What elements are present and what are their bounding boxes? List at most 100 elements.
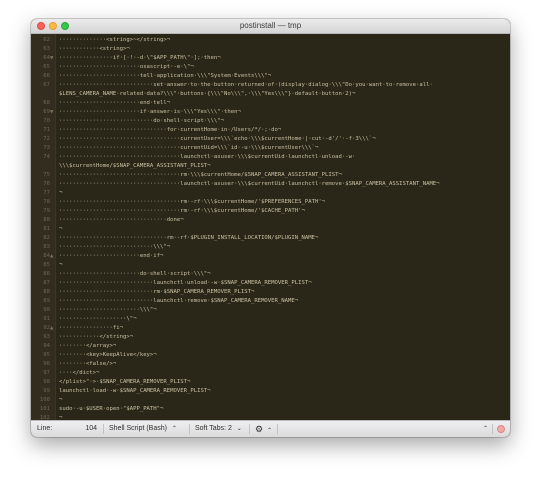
code-line[interactable]: 95 ········<key>KeepAlive</key>¬ [31,351,510,360]
code-line[interactable]: 88 ····························rm·$SNAP_C… [31,288,510,297]
code-line[interactable]: 73 ····································cu… [31,144,510,153]
code-line[interactable]: 62 ··············<string>~</string>¬ [31,36,510,45]
code-text: ········<false/>¬ [59,361,117,367]
line-number: 94 [43,343,50,349]
divider [103,424,104,434]
code-line[interactable]: 91 ····················\"¬ [31,315,510,324]
line-number: 91 [43,316,50,322]
code-line[interactable]: 86 ························do·shell·scrip… [31,270,510,279]
line-number: 64 [43,55,50,61]
line-number: 74 [43,154,50,160]
code-text: ····································curr… [59,136,376,142]
macro-record-icon[interactable] [497,425,505,433]
code-line[interactable]: 84 ▲ ························end·if¬ [31,252,510,261]
code-text: launchctl·load·-w·$SNAP_CAMERA_REMOVER_P… [59,388,211,394]
code-line[interactable]: 101 sudo·-u·$USER·open·"$APP_PATH"¬ [31,405,510,414]
line-number: 65 [43,64,50,70]
code-text: ························osascript·-e·\"¬ [59,64,194,70]
line-label: Line: [37,425,53,432]
code-line[interactable]: 82 ································rm·-rf… [31,234,510,243]
syntax-label: Shell Script (Bash) [109,425,167,432]
code-line[interactable]: 93 ············</string>¬ [31,333,510,342]
code-line[interactable]: 83 ····························\\\"¬ [31,243,510,252]
settings-menu[interactable]: ⚙ ⌃ [255,421,272,437]
code-line[interactable]: 69 ▼ ························if·answer·is·… [31,108,510,117]
code-line[interactable]: 65 ························osascript·-e·\… [31,63,510,72]
code-line[interactable]: 68 ························end·tell¬ [31,99,510,108]
code-text: ····························do·shell·scr… [59,118,225,124]
title-bar[interactable]: postinstall — tmp [31,19,510,34]
code-line[interactable]: 70 ····························do·shell·s… [31,117,510,126]
syntax-selector[interactable]: Shell Script (Bash) ⌃ [109,421,177,437]
fold-toggle-icon[interactable]: ▲ [50,252,53,261]
code-editor[interactable]: 62 ··············<string>~</string>¬ 63 ···… [31,34,510,421]
fold-toggle-icon[interactable]: ▲ [50,324,53,333]
code-text: sudo·-u·$USER·open·"$APP_PATH"¬ [59,406,164,412]
code-line[interactable]: 87 ····························launchctl·… [31,279,510,288]
code-line[interactable]: 78 ····································rm… [31,198,510,207]
code-line[interactable]: 79 ····································rm… [31,207,510,216]
line-number: 100 [39,397,50,403]
code-text: ················fi¬ [59,325,123,331]
line-number: 90 [43,307,50,313]
line-number: 92 [43,325,50,331]
code-text: </plist>"·>·$SNAP_CAMERA_REMOVER_PLIST¬ [59,379,191,385]
code-line[interactable]: 76 ····································la… [31,180,510,189]
code-line[interactable]: 90 ························\\\"¬ [31,306,510,315]
code-line[interactable]: 99 launchctl·load·-w·$SNAP_CAMERA_REMOVER… [31,387,510,396]
line-number: 89 [43,298,50,304]
code-text: ················if·[·!·-d·\"$APP_PATH\"·… [59,55,221,61]
code-text: ····························launchctl·un… [59,280,312,286]
code-text: ····································laun… [59,154,356,160]
status-bar: Line: 104 Shell Script (Bash) ⌃ Soft Tab… [31,420,510,437]
code-line[interactable]: 97 ····</dict>¬ [31,369,510,378]
divider [277,424,278,434]
code-line[interactable]: 74 ····································la… [31,153,510,162]
code-line[interactable]: 80 ································done¬ [31,216,510,225]
code-line[interactable]: 89 ····························launchctl·… [31,297,510,306]
line-number: 72 [43,136,50,142]
editor-window: postinstall — tmp 62 ··············<strin… [31,19,510,437]
symbol-selector[interactable]: ⌃ [483,421,488,437]
line-number: 71 [43,127,50,133]
line-number: 69 [43,109,50,115]
code-line[interactable]: 81 ¬ [31,225,510,234]
code-line[interactable]: 85 ¬ [31,261,510,270]
line-number: 93 [43,334,50,340]
code-text: ····</dict>¬ [59,370,100,376]
line-number: 80 [43,217,50,223]
code-line[interactable]: 64 ▼ ················if·[·!·-d·\"$APP_PATH… [31,54,510,63]
fold-toggle-icon[interactable]: ▼ [50,108,53,117]
code-text: ························\\\"¬ [59,307,157,313]
code-text: ························do·shell·script·… [59,271,211,277]
code-text: ································done¬ [59,217,184,223]
code-line[interactable]: 77 ¬ [31,189,510,198]
line-number: 73 [43,145,50,151]
code-line[interactable]: $LENS_CAMERA_NAME·related·data?\\\"·butt… [31,90,510,99]
line-number: 62 [43,37,50,43]
code-line[interactable]: 67 ····························set·answer… [31,81,510,90]
code-line[interactable]: \\\$currentHome/$SNAP_CAMERA_ASSISTANT_P… [31,162,510,171]
code-line[interactable]: 100 ¬ [31,396,510,405]
code-line[interactable]: 66 ························tell·applicati… [31,72,510,81]
code-line[interactable]: 71 ································for·cu… [31,126,510,135]
code-line[interactable]: 92 ▲ ················fi¬ [31,324,510,333]
code-text: ········</array>¬ [59,343,117,349]
code-text: ············</string>¬ [59,334,134,340]
code-line[interactable]: 63 ············<string>¬ [31,45,510,54]
line-number: 81 [43,226,50,232]
code-line[interactable]: 96 ········<false/>¬ [31,360,510,369]
code-text: ····························set·answer·t… [59,82,433,88]
line-number-field[interactable]: 104 [75,421,97,437]
tab-size-selector[interactable]: Soft Tabs: 2 ⌄ [195,421,242,437]
code-text: ····································rm·\… [59,172,342,178]
fold-toggle-icon[interactable]: ▼ [50,54,53,63]
code-line[interactable]: 72 ····································cu… [31,135,510,144]
code-text: ····································laun… [59,181,440,187]
code-line[interactable]: 75 ····································rm… [31,171,510,180]
line-number: 63 [43,46,50,52]
line-number: 87 [43,280,50,286]
gear-icon: ⚙ [255,424,264,434]
code-line[interactable]: 98 </plist>"·>·$SNAP_CAMERA_REMOVER_PLIST… [31,378,510,387]
code-line[interactable]: 94 ········</array>¬ [31,342,510,351]
